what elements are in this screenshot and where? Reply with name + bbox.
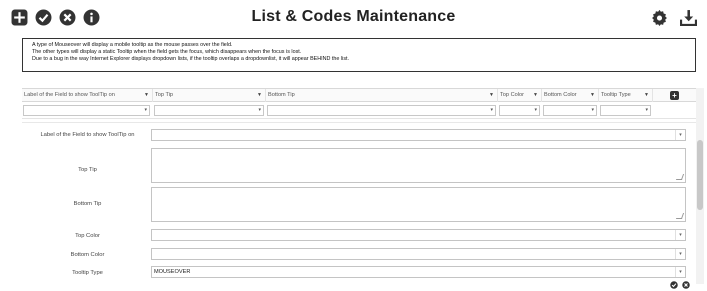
info-line: Due to a bug in the way Internet Explore… — [32, 56, 350, 63]
field-label: Top Tip — [78, 167, 97, 173]
scrollbar-thumb[interactable] — [697, 140, 703, 210]
add-row-icon[interactable]: + — [670, 91, 679, 100]
chevron-down-icon: ▾ — [675, 230, 685, 240]
cancel-circle-icon[interactable] — [682, 281, 690, 289]
top-tip-textarea[interactable] — [151, 148, 686, 183]
filter-label-select[interactable]: ▾ — [23, 105, 150, 116]
chevron-down-icon: ▾ — [675, 249, 685, 259]
grid-filter-row: ▾ ▾ ▾ ▾ ▾ ▾ — [22, 102, 696, 119]
tooltip-type-select[interactable]: MOUSEOVER ▾ — [151, 266, 686, 278]
sort-caret-icon[interactable]: ▼ — [489, 89, 494, 102]
sort-caret-icon[interactable]: ▼ — [590, 89, 595, 102]
filter-bottom-color-select[interactable]: ▾ — [543, 105, 597, 116]
filter-tooltip-type-select[interactable]: ▾ — [600, 105, 651, 116]
page-title: List & Codes Maintenance — [251, 8, 456, 25]
info-circle-icon[interactable] — [83, 9, 100, 26]
column-header-bottom-color[interactable]: Bottom Color ▼ — [542, 89, 599, 102]
form-actions — [670, 281, 690, 291]
top-color-select[interactable]: ▾ — [151, 229, 686, 241]
check-circle-icon[interactable] — [670, 281, 678, 289]
add-icon[interactable] — [11, 9, 28, 26]
field-label: Top Color — [75, 233, 100, 239]
info-box: A type of Mouseover will display a mobil… — [22, 38, 696, 72]
chevron-down-icon: ▾ — [675, 130, 685, 140]
sort-caret-icon[interactable]: ▼ — [144, 89, 149, 102]
info-line: The other types will display a static To… — [32, 49, 302, 56]
field-label: Tooltip Type — [72, 270, 103, 276]
chevron-down-icon: ▾ — [591, 107, 594, 113]
gear-icon[interactable] — [651, 9, 668, 26]
cancel-circle-icon[interactable] — [59, 9, 76, 26]
column-header-top-tip[interactable]: Top Tip ▼ — [153, 89, 266, 102]
chevron-down-icon: ▾ — [645, 107, 648, 113]
vertical-scrollbar[interactable] — [696, 88, 704, 284]
chevron-down-icon: ▾ — [144, 107, 147, 113]
filter-top-tip-select[interactable]: ▾ — [154, 105, 264, 116]
label-select[interactable]: ▾ — [151, 129, 686, 141]
filter-bottom-tip-select[interactable]: ▾ — [267, 105, 496, 116]
chevron-down-icon: ▾ — [675, 267, 685, 277]
column-header-bottom-tip[interactable]: Bottom Tip ▼ — [266, 89, 498, 102]
bottom-color-select[interactable]: ▾ — [151, 248, 686, 260]
check-circle-icon[interactable] — [35, 9, 52, 26]
resize-handle-icon[interactable] — [675, 174, 685, 180]
bottom-tip-textarea[interactable] — [151, 187, 686, 222]
column-header-label[interactable]: Label of the Field to show ToolTip on ▼ — [22, 89, 153, 102]
download-icon[interactable] — [680, 9, 697, 26]
chevron-down-icon: ▾ — [258, 107, 261, 113]
sort-caret-icon[interactable]: ▼ — [533, 89, 538, 102]
resize-handle-icon[interactable] — [675, 213, 685, 219]
grid-header-row: Label of the Field to show ToolTip on ▼ T… — [22, 88, 696, 102]
filter-top-color-select[interactable]: ▾ — [499, 105, 540, 116]
column-header-tooltip-type[interactable]: Tooltip Type ▼ — [599, 89, 653, 102]
chevron-down-icon: ▾ — [490, 107, 493, 113]
field-label: Bottom Color — [70, 252, 105, 258]
edit-form: Label of the Field to show ToolTip on ▾ … — [22, 122, 696, 284]
toolbar: List & Codes Maintenance — [0, 0, 707, 36]
field-label: Label of the Field to show ToolTip on — [40, 132, 135, 138]
chevron-down-icon: ▾ — [534, 107, 537, 113]
tooltip-grid: Label of the Field to show ToolTip on ▼ T… — [22, 88, 696, 119]
info-line: A type of Mouseover will display a mobil… — [32, 42, 233, 48]
column-header-top-color[interactable]: Top Color ▼ — [498, 89, 542, 102]
field-label: Bottom Tip — [73, 201, 102, 207]
sort-caret-icon[interactable]: ▼ — [257, 89, 262, 102]
sort-caret-icon[interactable]: ▼ — [644, 89, 649, 102]
